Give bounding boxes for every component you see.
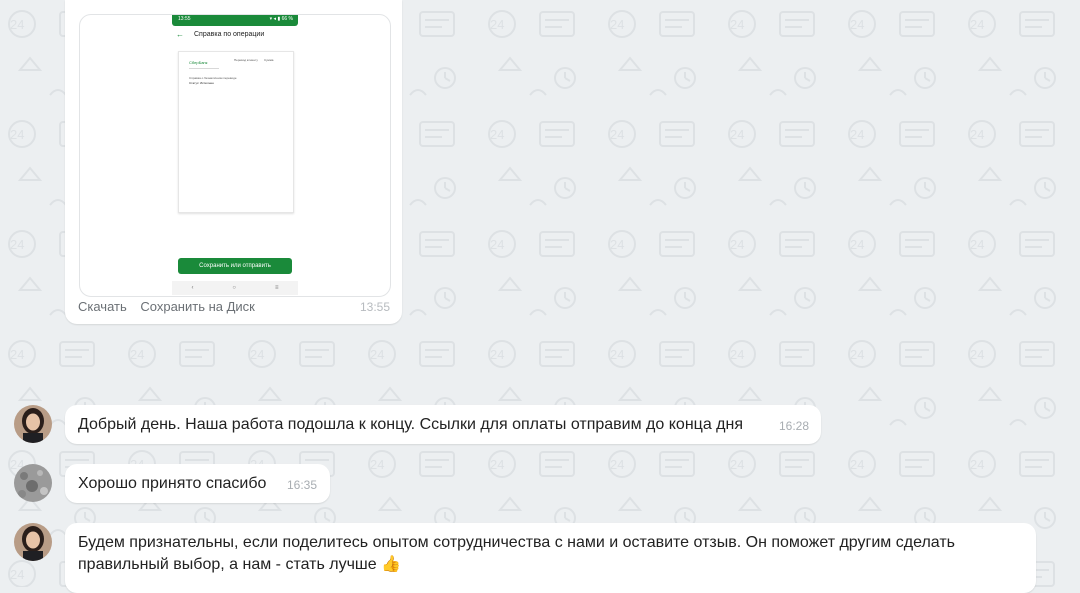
message-bubble-agent: Добрый день. Наша работа подошла к концу… <box>65 405 821 444</box>
doc-divider <box>189 68 219 69</box>
doc-text-2: Статус: Исполнен <box>189 81 214 85</box>
phone-nav-menu-icon: ≡ <box>275 285 279 291</box>
phone-nav-back-icon: ‹ <box>191 285 194 291</box>
user-avatar[interactable] <box>14 464 52 502</box>
doc-text-3: Перевод клиенту <box>234 58 258 62</box>
download-link[interactable]: Скачать <box>78 299 127 314</box>
phone-status-bar: 13:55 ▾ ◂ ▮ 66 % <box>172 15 298 26</box>
phone-save-button: Сохранить или отправить <box>178 258 292 274</box>
agent-avatar[interactable] <box>14 523 52 561</box>
image-attachment[interactable]: 13:55 ▾ ◂ ▮ 66 % ← Справка по операции С… <box>79 14 391 297</box>
phone-screen-title: Справка по операции <box>194 31 265 38</box>
doc-text-4: Сумма <box>264 58 274 62</box>
phone-status-icons: ▾ ◂ ▮ 66 % <box>269 16 293 22</box>
agent-avatar[interactable] <box>14 405 52 443</box>
message-time: 16:28 <box>779 419 810 433</box>
message-bubble-user: Хорошо принято спасибо 16:35 <box>65 464 330 503</box>
message-text: Хорошо принято спасибо <box>78 475 267 492</box>
back-arrow-icon: ← <box>176 30 184 39</box>
image-message-bubble: 13:55 ▾ ◂ ▮ 66 % ← Справка по операции С… <box>65 0 402 324</box>
phone-nav-bar: ‹ ○ ≡ <box>172 281 298 295</box>
message-bubble-agent: Будем признательны, если поделитесь опыт… <box>65 523 1036 593</box>
save-to-disk-link[interactable]: Сохранить на Диск <box>140 299 255 314</box>
message-time: 13:55 <box>359 300 390 314</box>
message-time: 16:35 <box>287 478 318 492</box>
doc-heading: СберБанк <box>189 60 208 65</box>
phone-nav-home-icon: ○ <box>232 285 237 291</box>
receipt-document: СберБанк Справка о безналичном переводе … <box>178 51 294 213</box>
doc-text-1: Справка о безналичном переводе <box>189 76 237 80</box>
message-text: Будем признательны, если поделитесь опыт… <box>78 534 955 573</box>
message-text: Добрый день. Наша работа подошла к концу… <box>78 416 743 433</box>
phone-status-time: 13:55 <box>178 16 191 22</box>
image-actions: Скачать Сохранить на Диск <box>78 299 265 314</box>
